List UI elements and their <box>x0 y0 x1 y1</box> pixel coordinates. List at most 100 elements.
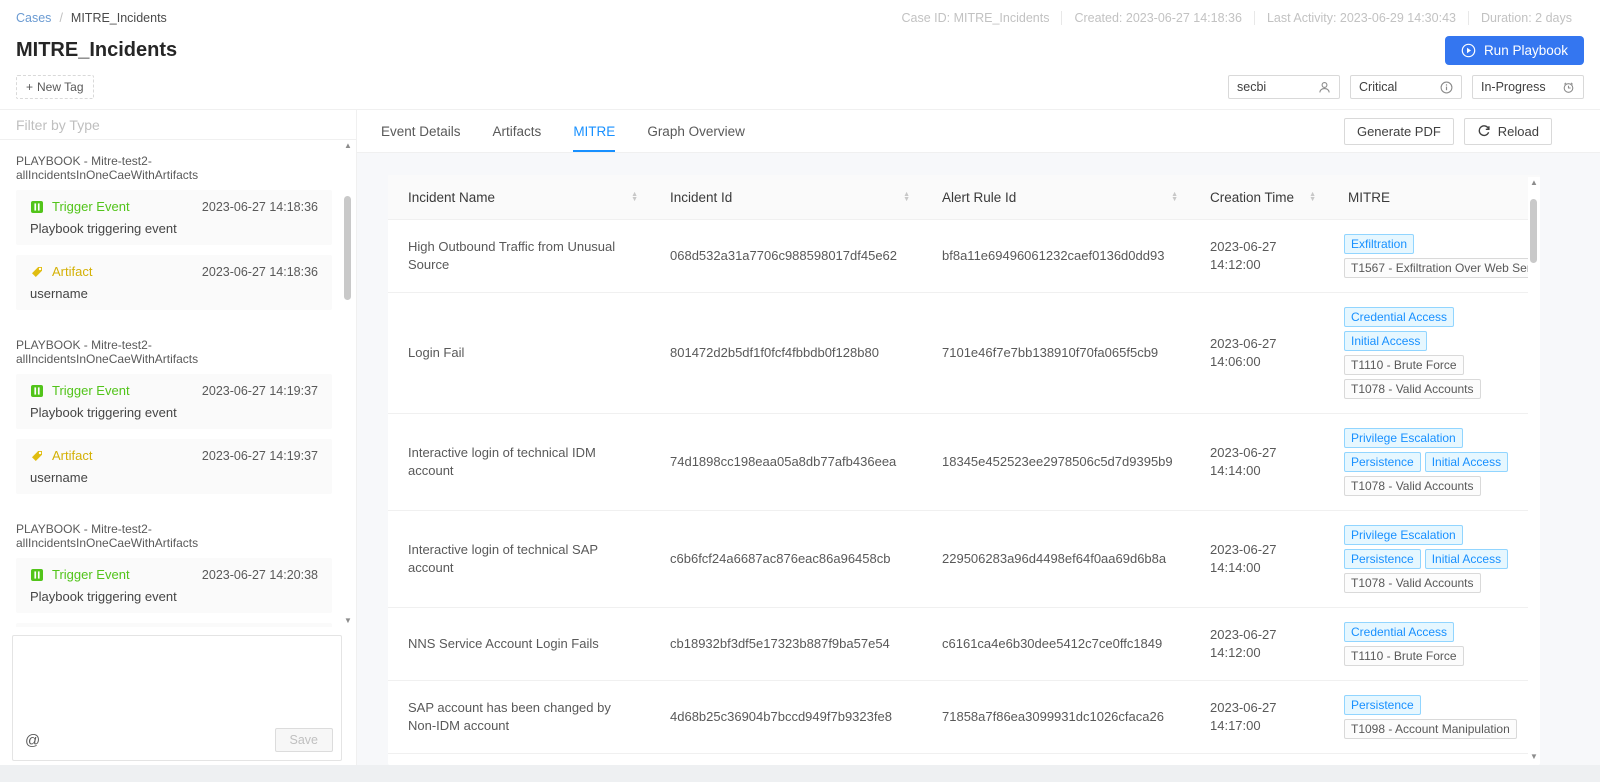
scroll-down-icon[interactable]: ▼ <box>344 615 352 627</box>
mitre-technique-tag: T1078 - Valid Accounts <box>1344 476 1481 496</box>
column-label: Alert Rule Id <box>942 190 1016 205</box>
sort-icon: ▲▼ <box>631 192 638 202</box>
sidebar-scrollbar[interactable]: ▲ ▼ <box>342 140 354 627</box>
table-row[interactable]: Interactive login of technical IDM accou… <box>388 414 1540 511</box>
events-sidebar: PLAYBOOK - Mitre-test2-allIncidentsInOne… <box>0 110 357 765</box>
cell-mitre: Credential Access Initial Access T1110 -… <box>1328 293 1540 413</box>
incident-table: Incident Name ▲▼ Incident Id ▲▼ Alert Ru… <box>388 175 1540 765</box>
cell-incident-name: Interactive login of technical SAP accou… <box>388 511 650 607</box>
scroll-down-icon[interactable]: ▼ <box>1530 751 1538 763</box>
table-row-partial[interactable] <box>388 754 1540 765</box>
mitre-tactic-tag: Persistence <box>1344 549 1421 569</box>
table-row[interactable]: Login Fail 801472d2b5df1f0fcf4fbbdb0f128… <box>388 293 1540 414</box>
mention-icon[interactable]: @ <box>25 732 40 749</box>
column-label: MITRE <box>1348 190 1390 205</box>
cell-mitre <box>1328 754 1540 765</box>
event-card-trigger[interactable]: Trigger Event 2023-06-27 14:18:36 Playbo… <box>16 190 332 245</box>
tab-artifacts[interactable]: Artifacts <box>493 110 542 152</box>
mitre-tactic-tag: Initial Access <box>1425 549 1508 569</box>
assignee-value: secbi <box>1237 80 1266 94</box>
assignee-select[interactable]: secbi <box>1228 75 1340 99</box>
case-last-activity-label: Last Activity: 2023-06-29 14:30:43 <box>1254 11 1468 25</box>
cell-mitre: Privilege Escalation Persistence Initial… <box>1328 511 1540 607</box>
severity-value: Critical <box>1359 80 1397 94</box>
cell-alert-rule-id <box>922 754 1190 765</box>
event-card-artifact[interactable]: Artifact 2023-06-27 14:19:37 username <box>16 439 332 494</box>
column-label: Incident Id <box>670 190 732 205</box>
playbook-group-label: PLAYBOOK - Mitre-test2-allIncidentsInOne… <box>16 338 332 366</box>
case-duration-label: Duration: 2 days <box>1468 11 1584 25</box>
column-header-incident-name[interactable]: Incident Name ▲▼ <box>388 175 650 219</box>
mitre-technique-tag: T1078 - Valid Accounts <box>1344 573 1481 593</box>
event-card-artifact[interactable]: Artifact 2023-06-27 14:20:39 username <box>16 623 332 627</box>
table-row[interactable]: High Outbound Traffic from Unusual Sourc… <box>388 220 1540 293</box>
severity-select[interactable]: Critical <box>1350 75 1462 99</box>
cell-creation-time: 2023-06-27 14:06:00 <box>1190 293 1328 413</box>
event-description: Playbook triggering event <box>30 221 318 236</box>
reload-icon <box>1477 124 1491 138</box>
column-header-incident-id[interactable]: Incident Id ▲▼ <box>650 175 922 219</box>
new-tag-label: New Tag <box>37 80 83 94</box>
comment-input[interactable] <box>13 636 341 722</box>
event-type-label: Trigger Event <box>52 567 130 582</box>
mitre-technique-tag: T1078 - Valid Accounts <box>1344 379 1481 399</box>
breadcrumb: Cases / MITRE_Incidents <box>16 11 167 25</box>
plus-icon: + <box>26 80 33 94</box>
run-playbook-label: Run Playbook <box>1484 43 1568 58</box>
table-row[interactable]: SAP account has been changed by Non-IDM … <box>388 681 1540 754</box>
artifact-icon <box>30 449 44 463</box>
cell-creation-time: 2023-06-27 14:12:00 <box>1190 608 1328 680</box>
cell-alert-rule-id: 18345e452523ee2978506c5d7d9395b9 <box>922 414 1190 510</box>
breadcrumb-link-cases[interactable]: Cases <box>16 11 51 25</box>
run-playbook-button[interactable]: Run Playbook <box>1445 36 1584 65</box>
generate-pdf-label: Generate PDF <box>1357 124 1441 139</box>
scroll-up-icon[interactable]: ▲ <box>1530 177 1538 189</box>
mitre-technique-tag: T1098 - Account Manipulation <box>1344 719 1517 739</box>
table-row[interactable]: Interactive login of technical SAP accou… <box>388 511 1540 608</box>
event-card-trigger[interactable]: Trigger Event 2023-06-27 14:19:37 Playbo… <box>16 374 332 429</box>
generate-pdf-button[interactable]: Generate PDF <box>1344 118 1454 145</box>
tab-event-details[interactable]: Event Details <box>381 110 461 152</box>
play-circle-icon <box>1461 43 1476 58</box>
mitre-tactic-tag: Privilege Escalation <box>1344 525 1463 545</box>
new-tag-button[interactable]: + New Tag <box>16 75 94 99</box>
case-id-label: Case ID: MITRE_Incidents <box>889 11 1061 25</box>
tab-mitre[interactable]: MITRE <box>573 110 615 152</box>
column-header-creation-time[interactable]: Creation Time ▲▼ <box>1190 175 1328 219</box>
cell-alert-rule-id: 229506283a96d4498ef64f0aa69d6b8a <box>922 511 1190 607</box>
event-description: Playbook triggering event <box>30 589 318 604</box>
event-type-label: Artifact <box>52 448 92 463</box>
cell-incident-id: cb18932bf3df5e17323b887f9ba57e54 <box>650 608 922 680</box>
cell-incident-name: SAP account has been changed by Non-IDM … <box>388 681 650 753</box>
table-row[interactable]: NNS Service Account Login Fails cb18932b… <box>388 608 1540 681</box>
table-scrollbar[interactable]: ▲ ▼ <box>1528 177 1540 763</box>
event-timestamp: 2023-06-27 14:20:38 <box>202 568 318 582</box>
reload-label: Reload <box>1498 124 1539 139</box>
column-header-alert-rule-id[interactable]: Alert Rule Id ▲▼ <box>922 175 1190 219</box>
tab-graph-overview[interactable]: Graph Overview <box>647 110 745 152</box>
mitre-tactic-tag: Initial Access <box>1344 331 1427 351</box>
filter-input[interactable] <box>0 110 356 140</box>
event-card-trigger[interactable]: Trigger Event 2023-06-27 14:20:38 Playbo… <box>16 558 332 613</box>
reload-button[interactable]: Reload <box>1464 118 1552 145</box>
event-card-artifact[interactable]: Artifact 2023-06-27 14:18:36 username <box>16 255 332 310</box>
event-description: Playbook triggering event <box>30 405 318 420</box>
cell-incident-name: NNS Service Account Login Fails <box>388 608 650 680</box>
trigger-event-icon <box>30 200 44 214</box>
column-label: Creation Time <box>1210 190 1294 205</box>
status-select[interactable]: In-Progress <box>1472 75 1584 99</box>
save-button[interactable]: Save <box>275 728 334 752</box>
column-label: Incident Name <box>408 190 495 205</box>
mitre-technique-tag: T1110 - Brute Force <box>1344 355 1464 375</box>
sort-icon: ▲▼ <box>1309 192 1316 202</box>
case-meta: Case ID: MITRE_Incidents Created: 2023-0… <box>889 11 1584 25</box>
mitre-technique-tag: T1567 - Exfiltration Over Web Service <box>1344 258 1540 278</box>
artifact-icon <box>30 265 44 279</box>
event-description: username <box>30 286 318 301</box>
cell-incident-name: Login Fail <box>388 293 650 413</box>
scroll-up-icon[interactable]: ▲ <box>344 140 352 152</box>
sort-icon: ▲▼ <box>1171 192 1178 202</box>
cell-mitre: Exfiltration T1567 - Exfiltration Over W… <box>1328 220 1540 292</box>
mitre-tactic-tag: Privilege Escalation <box>1344 428 1463 448</box>
cell-mitre: Privilege Escalation Persistence Initial… <box>1328 414 1540 510</box>
